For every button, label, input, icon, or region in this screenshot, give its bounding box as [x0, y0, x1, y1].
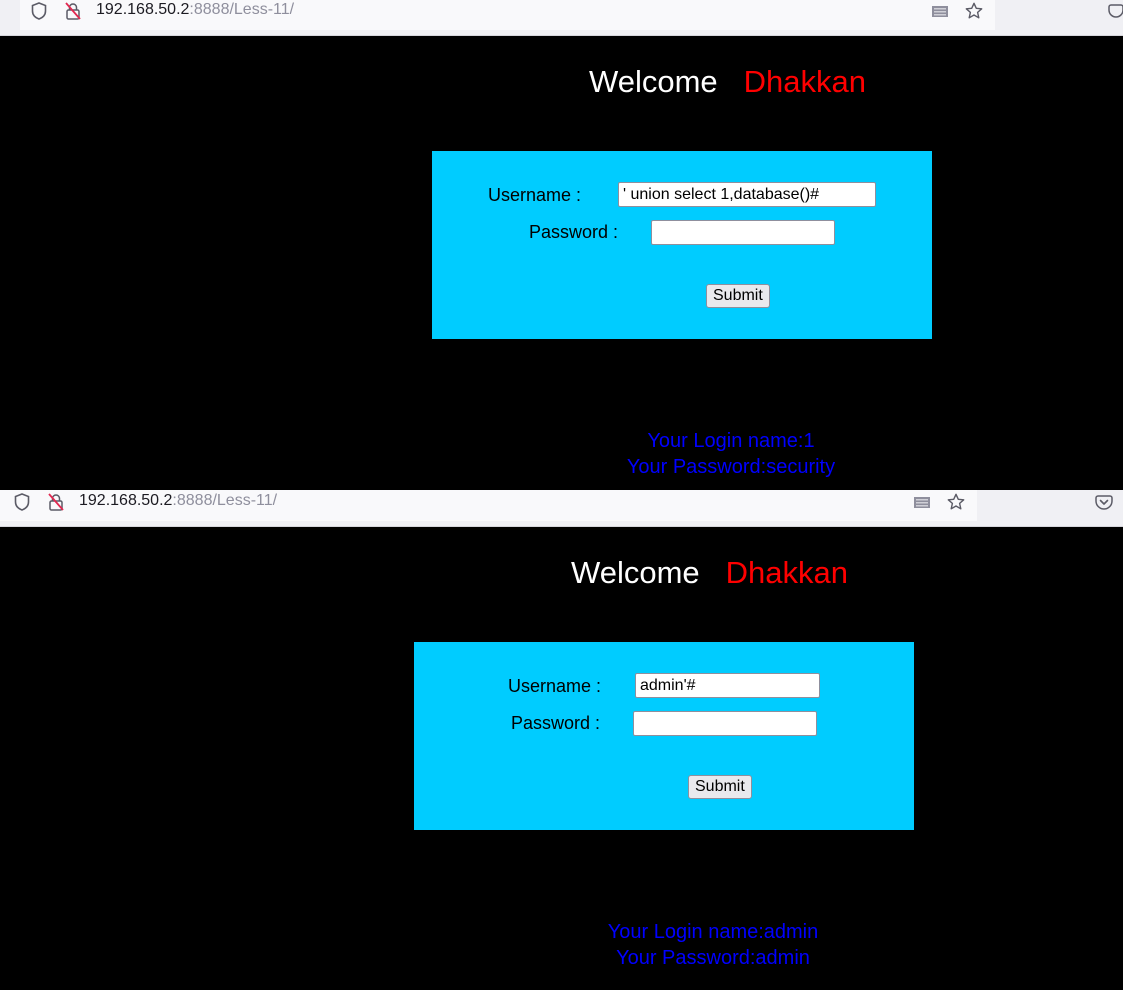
- login-name-result: Your Login name:admin: [607, 921, 819, 943]
- submit-button[interactable]: Submit: [706, 284, 770, 308]
- address-bar: 192.168.50.2:8888/Less-11/: [0, 0, 1123, 36]
- browser-window-1: 192.168.50.2:8888/Less-11/ Welcome Dhakka…: [0, 0, 1123, 490]
- reader-view-icon[interactable]: [911, 491, 933, 513]
- username-label: Username :: [508, 676, 602, 696]
- password-result: Your Password:security: [626, 456, 836, 478]
- welcome-text: Welcome: [589, 64, 718, 99]
- welcome-heading: Welcome Dhakkan: [571, 555, 848, 591]
- login-name-result: Your Login name:1: [647, 430, 815, 452]
- insecure-lock-icon[interactable]: [62, 0, 84, 22]
- password-label: Password :: [529, 222, 619, 242]
- star-icon[interactable]: [945, 491, 967, 513]
- password-label: Password :: [511, 713, 601, 733]
- pocket-icon[interactable]: [1108, 0, 1123, 22]
- shield-icon[interactable]: [28, 0, 50, 22]
- username-input[interactable]: ' union select 1,database()#: [618, 182, 876, 207]
- browser-window-2: 192.168.50.2:8888/Less-11/ Welcome Dhakka…: [0, 490, 1123, 990]
- reader-view-icon[interactable]: [929, 0, 951, 22]
- star-icon[interactable]: [963, 0, 985, 22]
- login-form: Username : admin'# Password : Submit: [414, 642, 914, 830]
- dhakkan-text: Dhakkan: [725, 555, 848, 590]
- url-text[interactable]: 192.168.50.2:8888/Less-11/: [96, 1, 294, 19]
- password-input[interactable]: [651, 220, 835, 245]
- welcome-heading: Welcome Dhakkan: [589, 64, 866, 100]
- pocket-icon[interactable]: [1093, 491, 1115, 513]
- password-result: Your Password:admin: [616, 947, 810, 969]
- username-input[interactable]: admin'#: [635, 673, 820, 698]
- login-form: Username : ' union select 1,database()# …: [432, 151, 932, 339]
- password-input[interactable]: [633, 711, 817, 736]
- welcome-text: Welcome: [571, 555, 700, 590]
- username-label: Username :: [488, 185, 582, 205]
- shield-icon[interactable]: [11, 491, 33, 513]
- address-bar: 192.168.50.2:8888/Less-11/: [0, 490, 1123, 527]
- submit-button[interactable]: Submit: [688, 775, 752, 799]
- dhakkan-text: Dhakkan: [743, 64, 866, 99]
- insecure-lock-icon[interactable]: [45, 491, 67, 513]
- url-text[interactable]: 192.168.50.2:8888/Less-11/: [79, 492, 277, 510]
